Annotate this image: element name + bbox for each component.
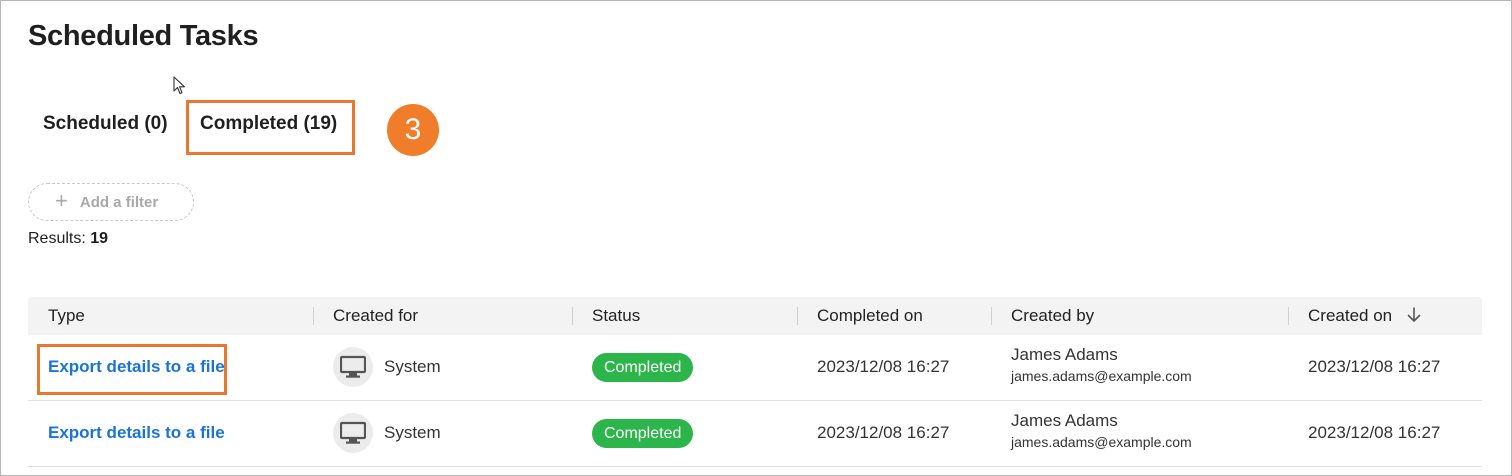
- created-for-value: System: [384, 423, 441, 442]
- tab-scheduled[interactable]: Scheduled (0): [43, 113, 168, 135]
- highlight-box-completed-tab: [186, 100, 355, 155]
- column-header-created-on-label: Created on: [1308, 306, 1393, 325]
- column-header-created-for[interactable]: Created for: [333, 297, 418, 335]
- column-divider[interactable]: [572, 307, 573, 325]
- created-on-value: 2023/12/08 16:27: [1308, 357, 1441, 376]
- plus-icon: +: [55, 188, 68, 213]
- tasks-table: Type Created for Status Completed on Cre…: [28, 297, 1482, 467]
- status-badge: Completed: [592, 353, 694, 382]
- column-header-completed-on[interactable]: Completed on: [817, 297, 923, 335]
- table-row: Export details to a file System Complete…: [28, 401, 1482, 467]
- created-by-name: James Adams: [1011, 411, 1118, 430]
- table-header: Type Created for Status Completed on Cre…: [28, 297, 1482, 335]
- created-on-value: 2023/12/08 16:27: [1308, 423, 1441, 442]
- completed-on-value: 2023/12/08 16:27: [817, 423, 950, 442]
- column-divider[interactable]: [797, 307, 798, 325]
- results-count: Results: 19: [28, 230, 108, 248]
- created-for-cell: System: [333, 413, 441, 453]
- column-header-created-on[interactable]: Created on: [1308, 297, 1421, 335]
- created-by-cell: James Adams james.adams@example.com: [1011, 411, 1192, 450]
- highlight-box-task-type: [37, 344, 227, 395]
- table-row: Export details to a file System Complete…: [28, 335, 1482, 401]
- status-cell: Completed: [592, 419, 694, 448]
- column-header-type[interactable]: Type: [48, 297, 85, 335]
- add-filter-label: Add a filter: [79, 193, 159, 211]
- task-type-link[interactable]: Export details to a file: [48, 423, 225, 443]
- column-header-created-by[interactable]: Created by: [1011, 297, 1094, 335]
- column-header-status[interactable]: Status: [592, 297, 640, 335]
- created-for-value: System: [384, 357, 441, 376]
- system-avatar: [333, 347, 373, 387]
- created-by-email: james.adams@example.com: [1011, 434, 1192, 450]
- status-badge: Completed: [592, 419, 694, 448]
- column-divider[interactable]: [1288, 307, 1289, 325]
- mouse-cursor-icon: [173, 76, 186, 95]
- status-cell: Completed: [592, 353, 694, 382]
- monitor-icon: [340, 421, 366, 444]
- results-label: Results:: [28, 230, 86, 247]
- created-by-name: James Adams: [1011, 345, 1118, 364]
- system-avatar: [333, 413, 373, 453]
- created-by-email: james.adams@example.com: [1011, 368, 1192, 384]
- completed-on-value: 2023/12/08 16:27: [817, 357, 950, 376]
- step-callout-badge: 3: [387, 104, 439, 156]
- sort-descending-arrow-icon[interactable]: [1407, 307, 1421, 323]
- column-divider[interactable]: [313, 307, 314, 325]
- page-title: Scheduled Tasks: [28, 20, 259, 52]
- results-number: 19: [90, 230, 109, 247]
- add-filter-button[interactable]: + Add a filter: [28, 183, 194, 221]
- monitor-icon: [340, 355, 366, 378]
- column-divider[interactable]: [991, 307, 992, 325]
- created-by-cell: James Adams james.adams@example.com: [1011, 345, 1192, 384]
- created-for-cell: System: [333, 347, 441, 387]
